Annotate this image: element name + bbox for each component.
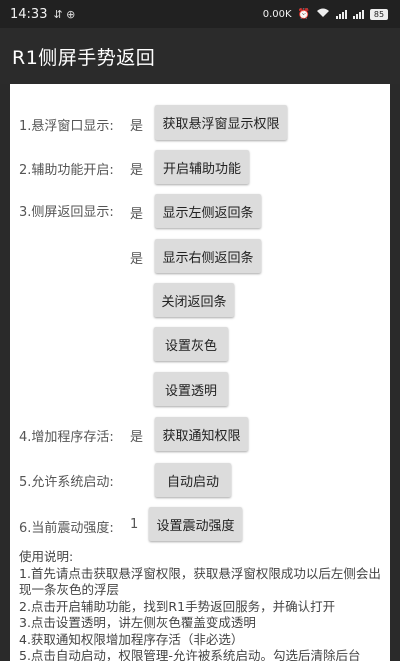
show-right-bar-button[interactable]: 显示右侧返回条	[155, 239, 261, 273]
status-time: 14:33	[10, 6, 48, 22]
get-overlay-permission-button[interactable]: 获取悬浮窗显示权限	[155, 105, 287, 140]
app-title: R1侧屏手势返回	[12, 46, 156, 69]
main-content: 1.悬浮窗口显示: 是 获取悬浮窗显示权限 2.辅助功能开启: 是 开启辅助功能…	[10, 84, 390, 661]
instructions-line-1: 1.首先请点击获取悬浮窗权限，获取悬浮窗权限成功以后左侧会出现一条灰色的浮层	[19, 565, 381, 598]
overlay-status: 是	[130, 119, 144, 134]
status-right: 0.00K ⏰ 85	[263, 8, 388, 21]
side-right-status: 是	[130, 252, 144, 267]
set-vibration-button[interactable]: 设置震动强度	[149, 507, 242, 541]
overlay-label: 1.悬浮窗口显示:	[19, 119, 114, 134]
signal-icon	[336, 9, 347, 19]
instructions: 使用说明: 1.首先请点击获取悬浮窗权限，获取悬浮窗权限成功以后左侧会出现一条灰…	[19, 549, 381, 661]
instructions-line-4: 4.获取通知权限增加程序存活（非必选）	[19, 631, 244, 647]
vibration-value: 1	[130, 517, 139, 532]
vibration-label: 6.当前震动强度:	[19, 521, 114, 536]
instructions-line-5: 5.点击自动启动，权限管理-允许被系统启动。勾选后清除后台	[19, 648, 361, 661]
auto-start-label: 5.允许系统启动:	[19, 475, 114, 490]
side-return-label: 3.侧屏返回显示:	[19, 205, 114, 220]
battery-icon: 85	[370, 8, 388, 20]
get-notification-permission-button[interactable]: 获取通知权限	[155, 417, 248, 451]
set-gray-button[interactable]: 设置灰色	[154, 327, 228, 361]
set-transparent-button[interactable]: 设置透明	[154, 372, 228, 406]
wifi-icon	[316, 8, 330, 21]
close-bar-button[interactable]: 关闭返回条	[154, 283, 234, 317]
status-left: 14:33 ⇵ ⊕	[10, 7, 75, 22]
side-left-status: 是	[130, 207, 144, 222]
alarm-icon: ⏰	[297, 8, 310, 20]
keep-alive-label: 4.增加程序存活:	[19, 430, 114, 445]
signal-icon-2	[353, 9, 364, 19]
accessibility-label: 2.辅助功能开启:	[19, 163, 114, 178]
instructions-line-3: 3.点击设置透明，讲左侧灰色覆盖变成透明	[19, 615, 256, 630]
app-bar: R1侧屏手势返回	[0, 28, 400, 84]
notification-icons: ⇵ ⊕	[53, 7, 76, 21]
status-bar: 14:33 ⇵ ⊕ 0.00K ⏰ 85	[0, 0, 400, 28]
accessibility-status: 是	[130, 163, 144, 178]
enable-accessibility-button[interactable]: 开启辅助功能	[155, 150, 249, 184]
instructions-line-2: 2.点击开启辅助功能，找到R1手势返回服务，并确认打开	[19, 598, 336, 614]
keep-alive-status: 是	[130, 430, 144, 445]
instructions-title: 使用说明:	[19, 549, 74, 564]
show-left-bar-button[interactable]: 显示左侧返回条	[155, 194, 261, 228]
auto-start-button[interactable]: 自动启动	[155, 463, 231, 497]
network-speed: 0.00K	[262, 8, 292, 20]
